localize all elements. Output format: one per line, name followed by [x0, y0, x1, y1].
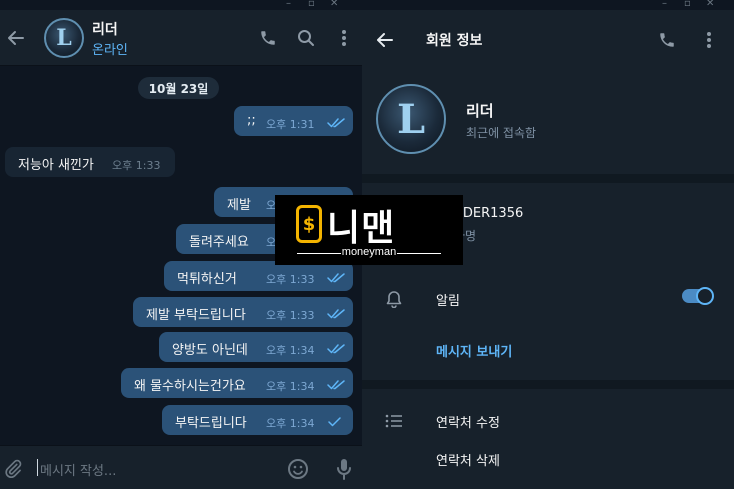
message-text: 부탁드립니다 [175, 416, 247, 431]
more-vertical-icon[interactable] [699, 30, 719, 50]
profile-title: 회원 정보 [426, 33, 483, 49]
more-vertical-icon[interactable] [334, 28, 354, 48]
message-bubble[interactable]: 왜 물수하시는건가요 오후 1:34 [121, 368, 353, 398]
paperclip-icon[interactable] [2, 458, 24, 480]
watermark: $ 니맨 moneyman [275, 195, 463, 265]
section-divider [362, 174, 734, 183]
double-check-icon [327, 379, 345, 394]
text-caret [37, 459, 38, 476]
emoji-icon[interactable] [286, 457, 310, 481]
username-value[interactable]: ADER1356 [454, 206, 523, 221]
phone-icon[interactable] [657, 30, 677, 50]
message-input[interactable]: 메시지 작성... [40, 460, 116, 479]
avatar[interactable]: L [44, 18, 84, 58]
minimize-icon[interactable]: – [662, 0, 667, 9]
section-divider [362, 380, 734, 389]
phone-icon[interactable] [258, 28, 278, 48]
message-text: ;; [247, 113, 256, 128]
message-bubble[interactable]: 양방도 아닌데 오후 1:34 [159, 332, 353, 362]
double-check-icon [327, 308, 345, 323]
chat-title[interactable]: 리더 [92, 19, 118, 39]
double-check-icon [327, 117, 345, 132]
profile-avatar[interactable]: L [376, 84, 446, 154]
message-time: 오후 1:33 [266, 309, 315, 322]
list-icon [384, 411, 404, 431]
message-time: 오후 1:34 [266, 417, 315, 430]
chat-status: 온라인 [92, 43, 128, 58]
message-composer: 메시지 작성... [0, 445, 362, 489]
edit-contact-button[interactable]: 연락처 수정 [436, 412, 500, 431]
message-text: 저능아 새낀가 [18, 158, 94, 173]
delete-contact-button[interactable]: 연락처 삭제 [436, 450, 500, 469]
chat-header: L 리더 온라인 [0, 10, 362, 66]
message-text: 제발 [227, 198, 251, 213]
double-check-icon [327, 272, 345, 287]
avatar-letter: L [396, 95, 426, 143]
message-bubble[interactable]: 먹튀하신거 오후 1:33 [164, 261, 353, 291]
avatar-letter: L [56, 25, 72, 51]
dollar-symbol: $ [302, 213, 316, 235]
message-bubble[interactable]: 부탁드립니다 오후 1:34 [162, 405, 353, 435]
message-text: 제발 부탁드립니다 [146, 308, 246, 323]
message-time: 오후 1:34 [266, 344, 315, 357]
message-time: 오후 1:34 [266, 380, 315, 393]
close-icon[interactable]: ✕ [706, 0, 714, 9]
notifications-label: 알림 [436, 294, 460, 309]
message-time: 오후 1:33 [112, 159, 161, 172]
message-time: 오후 1:33 [266, 273, 315, 286]
search-icon[interactable] [296, 28, 316, 48]
double-check-icon [327, 343, 345, 358]
watermark-subtext: moneyman [341, 246, 397, 258]
maximize-icon[interactable]: ▫ [684, 0, 691, 9]
minimize-icon[interactable]: – [286, 0, 291, 9]
message-text: 왜 물수하시는건가요 [134, 379, 246, 394]
close-icon[interactable]: ✕ [330, 0, 338, 9]
back-arrow-icon[interactable] [5, 27, 27, 49]
microphone-icon[interactable] [332, 457, 356, 481]
message-bubble[interactable]: ;; 오후 1:31 [234, 106, 353, 136]
message-text: 먹튀하신거 [177, 272, 237, 287]
check-icon [328, 416, 342, 431]
profile-header: 회원 정보 [362, 10, 734, 68]
message-bubble[interactable]: 제발 부탁드립니다 오후 1:33 [133, 297, 353, 327]
bell-icon [384, 289, 404, 309]
last-seen-status: 최근에 접속함 [466, 126, 537, 140]
message-time: 오후 1:31 [266, 118, 315, 131]
send-message-button[interactable]: 메시지 보내기 [436, 341, 512, 360]
toggle-knob [696, 287, 714, 305]
watermark-text: 니맨 [327, 208, 396, 249]
back-arrow-icon[interactable] [374, 29, 396, 51]
message-text: 돌려주세요 [189, 235, 249, 250]
date-divider: 10월 23일 [138, 77, 219, 99]
notifications-toggle[interactable] [682, 287, 714, 305]
message-text: 양방도 아닌데 [172, 343, 248, 358]
profile-name: 리더 [466, 102, 494, 120]
message-bubble[interactable]: 저능아 새낀가 오후 1:33 [5, 147, 175, 177]
phone-dollar-icon: $ [296, 205, 322, 243]
window-title-strip: – ▫ ✕ – ▫ ✕ [0, 0, 734, 10]
maximize-icon[interactable]: ▫ [308, 0, 315, 9]
